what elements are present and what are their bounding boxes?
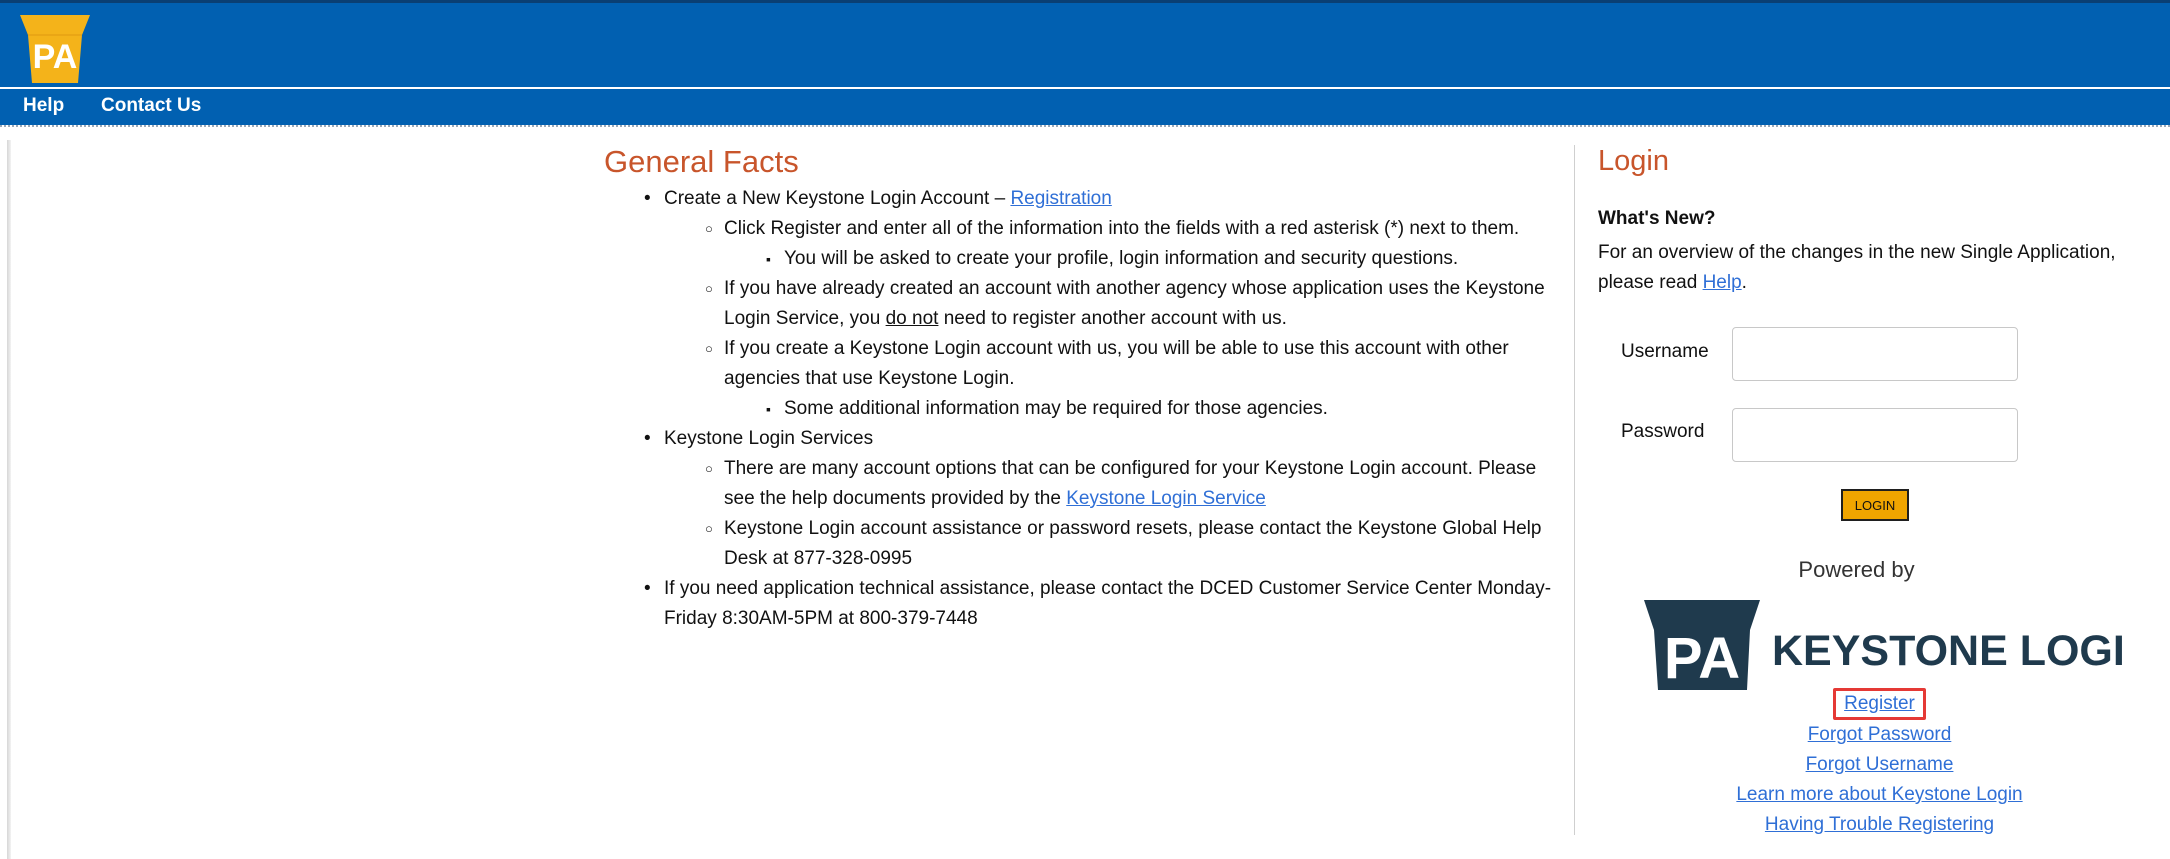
list-item: If you need application technical assist… xyxy=(604,574,1554,634)
column-divider xyxy=(1574,145,1575,835)
list-item: Keystone Login account assistance or pas… xyxy=(664,514,1554,574)
fact-text: Create a New Keystone Login Account – xyxy=(664,188,1011,209)
fact-text: If you create a Keystone Login account w… xyxy=(724,338,1509,389)
username-input[interactable] xyxy=(1732,327,2018,381)
facts-sublist: There are many account options that can … xyxy=(664,454,1554,574)
emphasis-text: do not xyxy=(885,308,939,329)
login-links: Register Forgot Password Forgot Username… xyxy=(1598,688,2161,840)
fact-text: Keystone Login Services xyxy=(664,428,874,449)
list-item: You will be asked to create your profile… xyxy=(724,244,1554,274)
forgot-password-link[interactable]: Forgot Password xyxy=(1598,720,2161,750)
registration-link[interactable]: Registration xyxy=(1010,188,1111,209)
list-item: Create a New Keystone Login Account – Re… xyxy=(604,184,1554,424)
facts-list: Create a New Keystone Login Account – Re… xyxy=(604,184,1554,634)
pa-logo-text: PA xyxy=(33,38,78,76)
list-item: Click Register and enter all of the info… xyxy=(664,214,1554,274)
learn-more-keystone-link[interactable]: Learn more about Keystone Login xyxy=(1598,780,2161,810)
nav-separator xyxy=(0,125,2170,127)
having-trouble-registering-link[interactable]: Having Trouble Registering xyxy=(1598,810,2161,840)
password-label: Password xyxy=(1621,421,1705,442)
login-button[interactable]: LOGIN xyxy=(1841,489,1909,521)
keystone-logo-text: KEYSTONE LOGIN xyxy=(1772,627,2124,675)
login-panel: Login What's New? For an overview of the… xyxy=(1598,140,2158,835)
overview-body: For an overview of the changes in the ne… xyxy=(1598,242,2116,293)
overview-period: . xyxy=(1741,272,1747,293)
list-item: If you create a Keystone Login account w… xyxy=(664,334,1554,424)
left-edge-shadow xyxy=(7,140,11,859)
list-item: Keystone Login Services There are many a… xyxy=(604,424,1554,574)
facts-sublist: Click Register and enter all of the info… xyxy=(664,214,1554,424)
pa-keystone-logo[interactable]: PA xyxy=(18,13,92,85)
keystone-login-service-link[interactable]: Keystone Login Service xyxy=(1066,488,1266,509)
password-input[interactable] xyxy=(1732,408,2018,462)
overview-text: For an overview of the changes in the ne… xyxy=(1598,238,2158,298)
list-item: If you have already created an account w… xyxy=(664,274,1554,334)
help-link[interactable]: Help xyxy=(1703,272,1742,293)
forgot-username-link[interactable]: Forgot Username xyxy=(1598,750,2161,780)
header-bar: PA xyxy=(0,0,2170,90)
nav-bar: Help Contact Us xyxy=(0,87,2170,127)
username-label: Username xyxy=(1621,341,1709,362)
keystone-logo-pa: PA xyxy=(1664,626,1740,691)
login-title: Login xyxy=(1598,145,1669,177)
fact-text: need to register another account with us… xyxy=(938,308,1287,329)
nav-help-link[interactable]: Help xyxy=(23,95,64,117)
nav-contact-us-link[interactable]: Contact Us xyxy=(101,95,201,117)
fact-text: Click Register and enter all of the info… xyxy=(724,218,1520,239)
list-item: There are many account options that can … xyxy=(664,454,1554,514)
whats-new-heading: What's New? xyxy=(1598,208,1716,229)
general-facts-section: General Facts Create a New Keystone Logi… xyxy=(604,140,1554,634)
facts-subsublist: Some additional information may be requi… xyxy=(724,394,1554,424)
facts-subsublist: You will be asked to create your profile… xyxy=(724,244,1554,274)
general-facts-title: General Facts xyxy=(604,144,799,179)
keystone-login-logo: PA KEYSTONE LOGIN xyxy=(1644,600,2124,691)
list-item: Some additional information may be requi… xyxy=(724,394,1554,424)
register-link[interactable]: Register xyxy=(1833,688,1926,720)
